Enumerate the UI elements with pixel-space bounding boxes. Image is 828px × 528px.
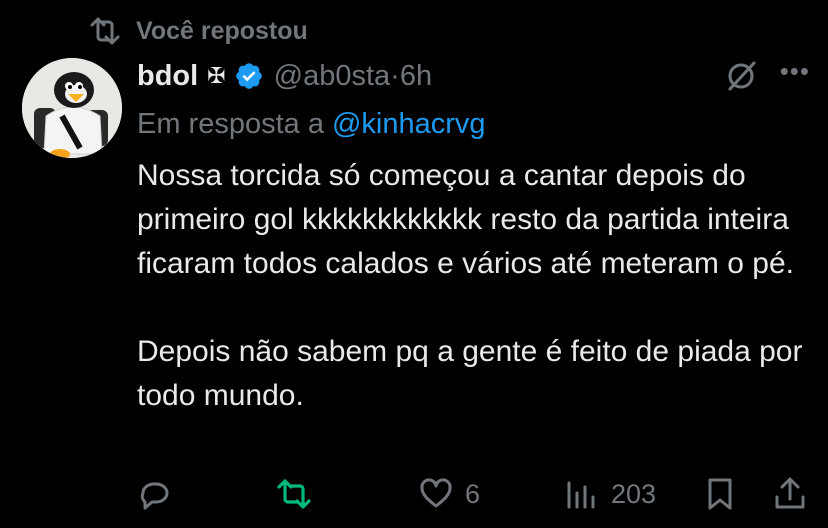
view-count: 203 (611, 478, 657, 509)
author-handle[interactable]: @ab0sta (274, 60, 391, 93)
reply-icon (140, 482, 169, 510)
avatar[interactable] (22, 58, 122, 158)
views-button[interactable]: 203 (563, 472, 656, 516)
tweet-paragraph-2: Depois não sabem pq a gente é feito de p… (137, 335, 803, 412)
repost-active-icon (277, 479, 311, 509)
tweet-time[interactable]: 6h (400, 60, 432, 93)
action-bar: 6 203 (135, 472, 815, 516)
header-actions: ••• (724, 58, 810, 93)
time-separator: · (390, 59, 400, 92)
like-button[interactable]: 6 (417, 472, 480, 516)
like-count: 6 (465, 478, 481, 509)
avatar-image (22, 58, 122, 158)
more-icon[interactable]: ••• (780, 58, 810, 84)
tweet-text: Nossa torcida só começou a cantar depois… (137, 154, 807, 418)
views-chart-icon (567, 481, 595, 509)
grok-icon[interactable] (724, 59, 758, 93)
share-icon (775, 477, 805, 509)
repost-indicator: Você repostou (88, 14, 308, 48)
tweet-header: bdol ✠ @ab0sta · 6h ••• (137, 56, 810, 96)
reply-mention-link[interactable]: @kinhacrvg (332, 108, 486, 141)
repost-button[interactable] (275, 472, 313, 516)
reply-button[interactable] (135, 472, 173, 516)
verified-badge-icon[interactable] (234, 61, 264, 91)
reply-context: Em resposta a @kinhacrvg (137, 104, 486, 144)
repost-icon (90, 17, 120, 45)
maltese-cross-icon: ✠ (207, 63, 226, 88)
reply-prefix: Em resposta a (137, 107, 324, 140)
heart-icon (420, 478, 452, 508)
share-button[interactable] (771, 472, 809, 516)
author-name[interactable]: bdol (137, 60, 198, 93)
bookmark-icon (708, 478, 732, 510)
repost-label: Você repostou (136, 16, 308, 45)
tweet-paragraph-1: Nossa torcida só começou a cantar depois… (137, 159, 794, 280)
bookmark-button[interactable] (701, 472, 739, 516)
